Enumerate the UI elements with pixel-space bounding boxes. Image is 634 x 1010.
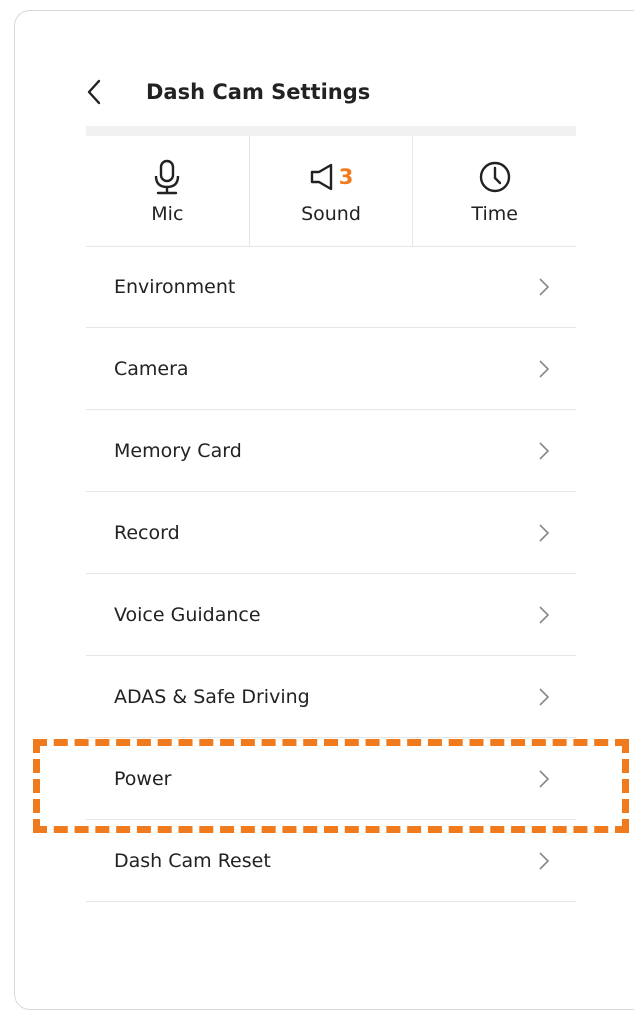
sound-level-value: 3 [338,165,354,189]
menu-item-voice-guidance[interactable]: Voice Guidance [86,574,576,656]
speaker-icon [310,163,332,191]
quick-setting-label: Sound [301,203,361,225]
back-button[interactable] [86,72,126,112]
quick-setting-label: Time [471,203,518,225]
chevron-right-icon [539,687,550,706]
menu-item-label: ADAS & Safe Driving [114,685,310,708]
menu-item-adas-safe-driving[interactable]: ADAS & Safe Driving [86,656,576,738]
menu-item-record[interactable]: Record [86,492,576,574]
menu-item-power[interactable]: Power [86,738,576,820]
menu-item-memory-card[interactable]: Memory Card [86,410,576,492]
chevron-right-icon [539,359,550,378]
quick-setting-mic[interactable]: Mic [86,136,249,246]
clock-icon [479,161,510,193]
chevron-right-icon [539,769,550,788]
quick-settings-row: Mic 3 Sound Time [86,136,576,247]
quick-setting-label: Mic [151,203,184,225]
chevron-right-icon [539,277,550,296]
chevron-right-icon [539,605,550,624]
quick-setting-time[interactable]: Time [412,136,576,246]
page-title: Dash Cam Settings [146,80,371,104]
menu-item-label: Voice Guidance [114,603,261,626]
chevron-right-icon [539,523,550,542]
menu-item-label: Camera [114,357,189,380]
menu-item-label: Dash Cam Reset [114,849,271,872]
settings-menu: Environment Camera Memory Card Record Vo… [86,246,576,902]
header-divider [86,126,576,136]
menu-item-label: Record [114,521,180,544]
chevron-right-icon [539,441,550,460]
chevron-left-icon [87,79,101,105]
menu-item-label: Power [114,767,172,790]
chevron-right-icon [539,851,550,870]
app-header: Dash Cam Settings [86,60,576,124]
menu-item-label: Memory Card [114,439,242,462]
menu-item-label: Environment [114,275,236,298]
quick-setting-sound[interactable]: 3 Sound [248,136,413,246]
microphone-icon [155,159,180,195]
menu-item-environment[interactable]: Environment [86,246,576,328]
menu-item-dash-cam-reset[interactable]: Dash Cam Reset [86,820,576,902]
menu-item-camera[interactable]: Camera [86,328,576,410]
